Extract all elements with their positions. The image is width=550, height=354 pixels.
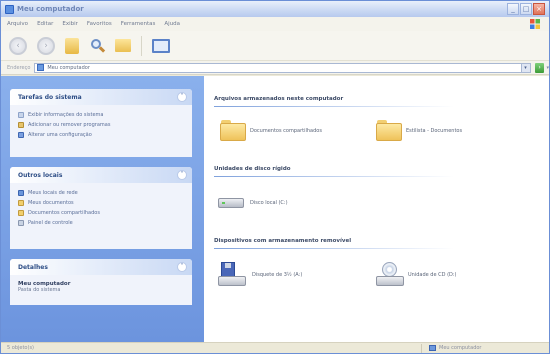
search-button[interactable] [89, 38, 106, 54]
group-files-header: Arquivos armazenados neste computador [214, 96, 344, 102]
group-divider [214, 176, 454, 177]
up-folder-button[interactable] [65, 37, 79, 54]
folders-icon [115, 39, 131, 52]
status-location: Meu computador [429, 345, 481, 351]
minimize-button[interactable]: _ [507, 3, 519, 15]
group-hdd-header: Unidades de disco rígido [214, 166, 291, 172]
menu-ferramentas[interactable]: Ferramentas [121, 21, 156, 27]
floppy-drive-icon [218, 262, 248, 288]
address-input[interactable]: Meu computador ▾ [34, 62, 531, 73]
system-info-icon [18, 112, 24, 118]
toolbar-separator [141, 35, 142, 56]
views-button[interactable] [152, 38, 170, 53]
collapse-icon[interactable]: ˄ [177, 262, 187, 272]
menu-editar[interactable]: Editar [37, 21, 53, 27]
back-button[interactable]: ‹ [9, 36, 27, 55]
close-button[interactable]: × [533, 3, 545, 15]
place-network[interactable]: Meus locais de rede [18, 189, 184, 197]
views-icon [152, 38, 170, 53]
address-label: Endereço [7, 64, 31, 71]
menu-bar: Arquivo Editar Exibir Favoritos Ferramen… [1, 17, 549, 31]
group-removable-header: Dispositivos com armazenamento removível [214, 238, 352, 244]
menu-arquivo[interactable]: Arquivo [7, 21, 28, 27]
address-value: Meu computador [47, 64, 90, 71]
windows-logo-icon [530, 19, 540, 29]
up-folder-icon [65, 37, 79, 54]
folder-icon [220, 120, 246, 141]
explorer-window: Meu computador _ □ × Arquivo Editar Exib… [0, 0, 550, 354]
go-button[interactable]: › [534, 62, 545, 73]
details-type: Pasta do sistema [18, 287, 61, 293]
content-area: Arquivos armazenados neste computador Do… [204, 76, 549, 342]
title-bar[interactable]: Meu computador _ □ × [1, 1, 549, 17]
folders-button[interactable] [115, 39, 131, 52]
panel-title: Tarefas do sistema [18, 93, 82, 101]
forward-button[interactable]: › [37, 36, 55, 55]
folder-icon [18, 200, 24, 206]
control-panel-icon [18, 220, 24, 226]
search-icon [89, 38, 106, 54]
address-bar: Endereço Meu computador ▾ › ▾ [1, 61, 549, 75]
task-pane: Tarefas do sistema ˄ Exibir informações … [1, 76, 204, 342]
hard-drive-icon [218, 196, 246, 210]
details-header[interactable]: Detalhes ˄ [10, 259, 192, 275]
computer-icon [37, 64, 45, 71]
control-panel-icon [18, 132, 24, 138]
forward-arrow-icon: › [37, 36, 55, 55]
details-panel: Detalhes ˄ Meu computador Pasta do siste… [10, 259, 192, 305]
item-floppy-a[interactable]: Disquete de 3½ (A:) [218, 262, 302, 288]
place-shared-documents[interactable]: Documentos compartilhados [18, 209, 184, 217]
item-shared-documents[interactable]: Documentos compartilhados [220, 120, 322, 141]
maximize-button[interactable]: □ [520, 3, 532, 15]
cd-drive-icon [376, 262, 404, 288]
task-add-remove-programs[interactable]: Adicionar ou remover programas [18, 121, 184, 129]
item-user-documents[interactable]: Estilista - Documentos [376, 120, 462, 141]
folder-icon [18, 210, 24, 216]
item-local-disk-c[interactable]: Disco local (C:) [218, 196, 288, 210]
place-my-documents[interactable]: Meus documentos [18, 199, 184, 207]
group-divider [214, 248, 454, 249]
folder-icon [376, 120, 402, 141]
place-control-panel[interactable]: Painel de controle [18, 219, 184, 227]
collapse-icon[interactable]: ˄ [177, 92, 187, 102]
other-places-panel: Outros locais ˄ Meus locais de rede Meus… [10, 167, 192, 249]
system-tasks-panel: Tarefas do sistema ˄ Exibir informações … [10, 89, 192, 157]
toolbar: ‹ › [1, 31, 549, 61]
status-object-count: 5 objeto(s) [7, 345, 34, 351]
menu-favoritos[interactable]: Favoritos [87, 21, 112, 27]
window-controls: _ □ × [507, 3, 545, 15]
system-tasks-header[interactable]: Tarefas do sistema ˄ [10, 89, 192, 105]
other-places-header[interactable]: Outros locais ˄ [10, 167, 192, 183]
menu-exibir[interactable]: Exibir [62, 21, 78, 27]
address-dropdown-icon[interactable]: ▾ [520, 63, 530, 72]
computer-icon [5, 4, 14, 14]
panel-title: Detalhes [18, 263, 48, 271]
status-divider [421, 344, 422, 353]
task-system-info[interactable]: Exibir informações do sistema [18, 111, 184, 119]
network-icon [18, 190, 24, 196]
panel-title: Outros locais [18, 171, 63, 179]
menu-ajuda[interactable]: Ajuda [164, 21, 180, 27]
programs-icon [18, 122, 24, 128]
window-title: Meu computador [17, 5, 84, 13]
back-arrow-icon: ‹ [9, 36, 27, 55]
task-change-setting[interactable]: Alterar uma configuração [18, 131, 184, 139]
collapse-icon[interactable]: ˄ [177, 170, 187, 180]
item-cd-drive-d[interactable]: Unidade de CD (D:) [376, 262, 457, 288]
computer-icon [429, 345, 436, 351]
group-divider [214, 106, 454, 107]
status-bar: 5 objeto(s) Meu computador [1, 342, 549, 353]
go-dropdown-icon[interactable]: ▾ [546, 65, 549, 71]
